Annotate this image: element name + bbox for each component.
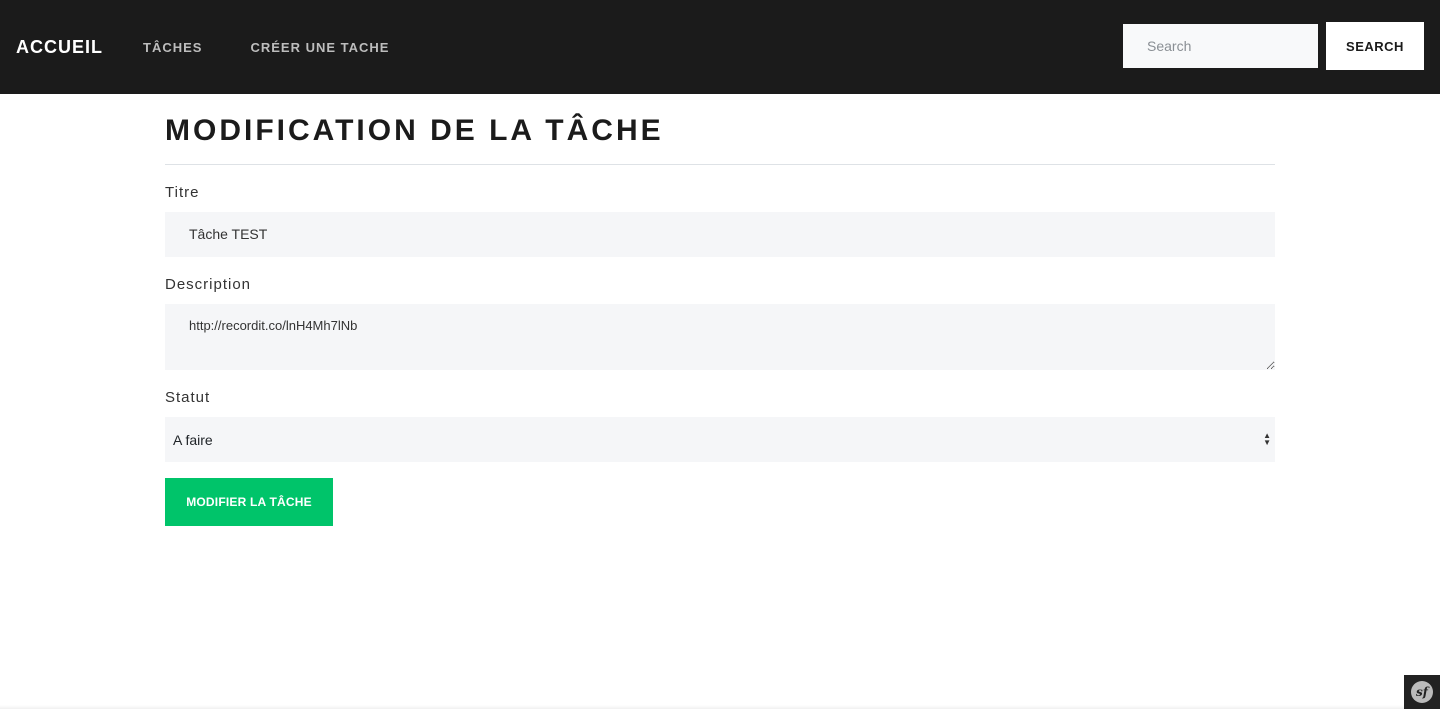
symfony-debug-toolbar-toggle[interactable]: sf <box>1404 675 1440 709</box>
search-input[interactable] <box>1123 24 1318 68</box>
page-title: MODIFICATION DE LA TÂCHE <box>165 114 664 147</box>
main-content: MODIFICATION DE LA TÂCHE Titre Descripti… <box>165 94 1275 526</box>
titre-field[interactable] <box>165 212 1275 257</box>
nav-link-taches[interactable]: TÂCHES <box>143 40 202 55</box>
description-field[interactable]: http://recordit.co/lnH4Mh7lNb <box>165 304 1275 370</box>
modifier-tache-button[interactable]: MODIFIER LA TÂCHE <box>165 478 333 526</box>
nav-link-creer-tache[interactable]: CRÉER UNE TACHE <box>250 40 389 55</box>
statut-select[interactable]: A faire ▲ ▼ <box>165 417 1275 462</box>
select-arrows-icon: ▲ ▼ <box>1263 431 1271 447</box>
titre-label: Titre <box>165 184 200 201</box>
bottom-shadow <box>0 705 1404 709</box>
navbar-search-form: SEARCH <box>1123 22 1424 70</box>
statut-label: Statut <box>165 389 211 406</box>
search-button[interactable]: SEARCH <box>1326 22 1424 70</box>
symfony-logo-icon: sf <box>1411 681 1433 703</box>
statut-selected-value: A faire <box>173 431 213 448</box>
title-divider <box>165 164 1275 165</box>
brand-home-link[interactable]: ACCUEIL <box>16 37 103 58</box>
top-navbar: ACCUEIL TÂCHES CRÉER UNE TACHE SEARCH <box>0 0 1440 94</box>
description-label: Description <box>165 276 252 293</box>
